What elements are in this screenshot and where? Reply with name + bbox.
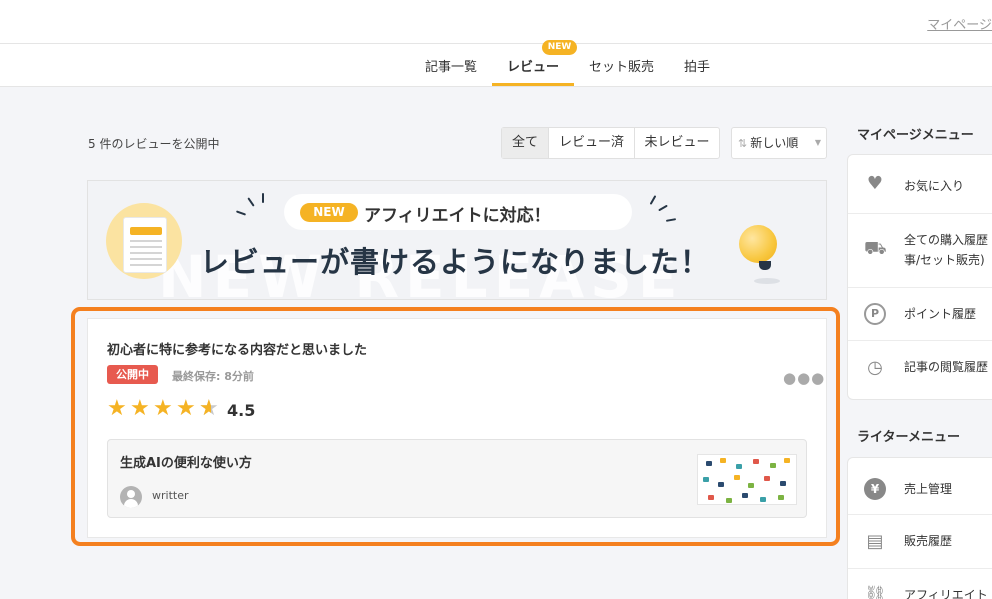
writer-menu-heading: ライターメニュー — [857, 430, 960, 445]
banner-pill: NEW アフィリエイトに対応！ — [284, 194, 632, 230]
sidebar-item-label: 売上管理 — [904, 482, 953, 496]
sidebar-item-label: 全ての購入履歴 — [904, 233, 989, 247]
top-bar: マイページ — [0, 0, 992, 44]
banner-pill-text: アフィリエイトに対応！ — [364, 206, 551, 226]
sidebar-item-sales-history[interactable]: ▤ 販売履歴 — [848, 515, 992, 569]
writer-menu: ¥ 売上管理 ▤ 販売履歴 ⛓ アフィリエイト — [847, 457, 992, 599]
new-badge: NEW — [542, 40, 577, 55]
document-icon — [123, 217, 167, 273]
tab-set-sales[interactable]: セット販売 — [589, 56, 654, 75]
mypage-link[interactable]: マイページ — [927, 14, 992, 33]
cart-icon: ⛟ — [864, 238, 887, 259]
lightbulb-icon — [739, 225, 777, 263]
highlight-frame — [71, 307, 840, 546]
sidebar-item-label: お気に入り — [904, 179, 965, 193]
review-filter-group: 全て レビュー済 未レビュー — [501, 127, 720, 159]
sort-label: 新しい順 — [750, 136, 799, 150]
sort-select[interactable]: ⇅ 新しい順 ▼ — [731, 127, 827, 159]
sidebar-item-label: ポイント履歴 — [904, 307, 977, 321]
sidebar-item-label: アフィリエイト — [904, 588, 988, 599]
sidebar-item-affiliate[interactable]: ⛓ アフィリエイト — [848, 569, 992, 599]
active-tab-indicator — [492, 83, 574, 86]
filter-reviewed[interactable]: レビュー済 — [549, 128, 635, 158]
filter-unreviewed[interactable]: 未レビュー — [635, 128, 719, 158]
mypage-menu: ♥ お気に入り ⛟ 全ての購入履歴 事/セット販売) P ポイント履歴 ◷ 記事… — [847, 154, 992, 400]
lightbulb-shadow — [754, 278, 780, 284]
sidebar-item-label: 記事の閲覧履歴 — [904, 360, 989, 374]
review-count: 5 件のレビューを公開中 — [88, 137, 220, 151]
sidebar-item-view-history[interactable]: ◷ 記事の閲覧履歴 — [848, 341, 992, 399]
sparkle-icon — [649, 195, 657, 205]
lightbulb-base — [759, 261, 771, 270]
clock-icon: ◷ — [867, 357, 883, 378]
point-icon: P — [864, 303, 886, 325]
banner-headline: レビューが書けるようになりました！ — [200, 245, 711, 279]
tab-articles[interactable]: 記事一覧 — [425, 56, 477, 75]
sales-history-icon: ▤ — [866, 531, 884, 552]
filter-all[interactable]: 全て — [502, 128, 549, 158]
sparkle-icon — [262, 193, 264, 203]
tab-reviews[interactable]: レビュー — [507, 56, 559, 75]
sidebar-item-purchase-history[interactable]: ⛟ 全ての購入履歴 事/セット販売) — [848, 214, 992, 288]
sparkle-icon — [658, 204, 668, 212]
banner-new-badge: NEW — [300, 203, 358, 222]
tab-bar: 記事一覧 レビュー セット販売 拍手 — [0, 44, 992, 87]
sidebar-item-point-history[interactable]: P ポイント履歴 — [848, 288, 992, 341]
sidebar-item-label-line2: 事/セット販売) — [904, 253, 985, 267]
sparkle-icon — [665, 218, 677, 222]
sidebar-item-sales[interactable]: ¥ 売上管理 — [848, 458, 992, 515]
yen-icon: ¥ — [864, 478, 886, 500]
heart-icon: ♥ — [866, 173, 884, 194]
chevron-down-icon: ▼ — [814, 138, 821, 147]
mypage-menu-heading: マイページメニュー — [857, 128, 974, 143]
sidebar-item-favorites[interactable]: ♥ お気に入り — [848, 155, 992, 214]
sort-icon: ⇅ — [738, 137, 748, 150]
link-icon: ⛓ — [864, 585, 887, 599]
sparkle-icon — [247, 197, 255, 207]
tab-applause[interactable]: 拍手 — [684, 56, 710, 75]
announcement-banner[interactable]: NEW RELEASE NEW アフィリエイトに対応！ レビューが書けるようにな… — [87, 180, 827, 300]
sparkle-icon — [235, 210, 247, 216]
sidebar-item-label: 販売履歴 — [904, 534, 953, 548]
